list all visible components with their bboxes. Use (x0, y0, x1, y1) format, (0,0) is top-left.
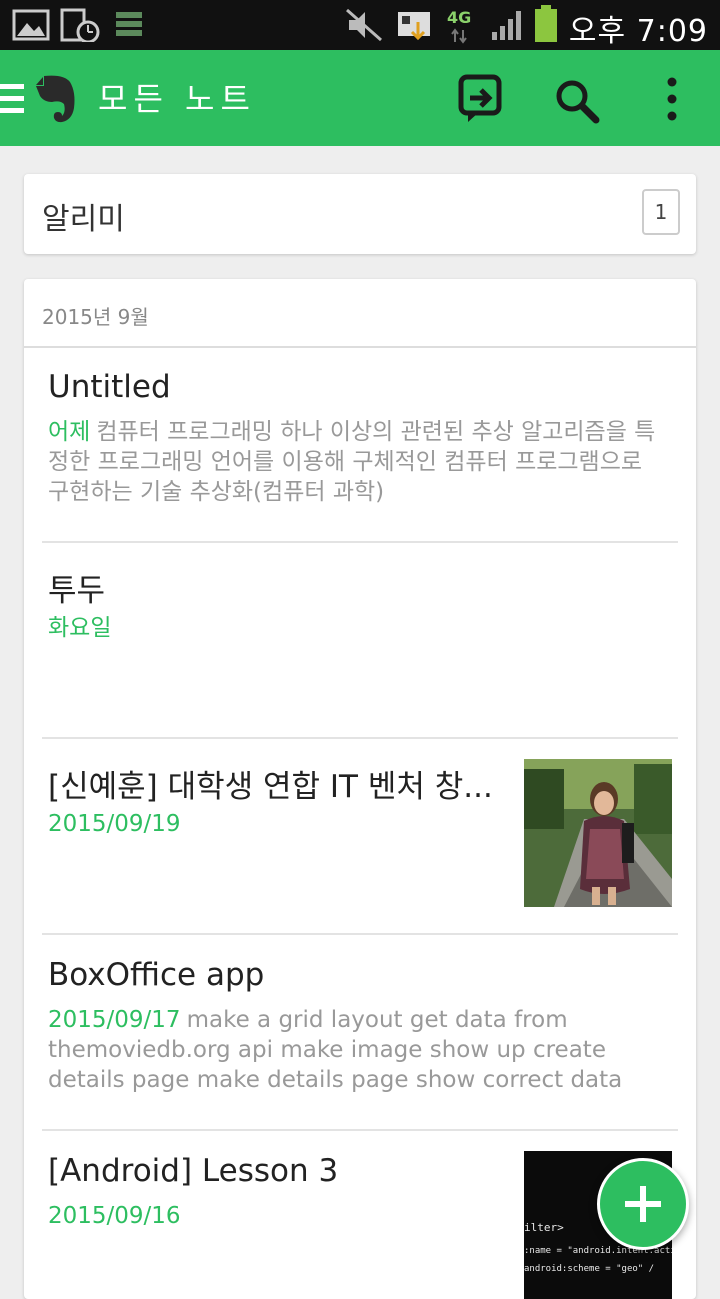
note-preview: 2015/09/17 make a grid layout get data fr… (48, 1005, 668, 1095)
notes-list-card: 2015년 9월 Untitled 어제 컴퓨터 프로그래밍 하나 이상의 관련된… (24, 279, 696, 1299)
note-title: BoxOffice app (48, 957, 265, 993)
code-line: ilter> (524, 1221, 564, 1234)
page-title: 모든 노트 (98, 80, 256, 118)
battery-icon (535, 5, 557, 42)
note-date: 2015/09/17 (48, 1007, 181, 1033)
search-icon[interactable] (554, 78, 600, 124)
note-item[interactable]: 투두 화요일 (42, 543, 678, 739)
note-title: [신예훈] 대학생 연합 IT 벤처 창... (48, 769, 493, 805)
note-preview: 화요일 (48, 613, 668, 643)
data-arrows-icon (451, 28, 467, 44)
download-icon (398, 12, 430, 41)
note-preview: 2015/09/16 (48, 1201, 488, 1231)
note-item[interactable]: [신예훈] 대학생 연합 IT 벤처 창... 2015/09/19 (42, 739, 678, 935)
note-title: 투두 (48, 573, 106, 609)
mute-icon (346, 8, 382, 42)
signal-icon (492, 11, 521, 40)
evernote-status-icon (116, 12, 142, 36)
code-line: android:scheme = "geo" / (524, 1264, 654, 1274)
screenshot-timer-icon (60, 8, 100, 42)
note-title: Untitled (48, 369, 171, 405)
sync-icon[interactable] (458, 74, 502, 124)
note-thumbnail-image (524, 759, 672, 907)
note-item[interactable]: Untitled 어제 컴퓨터 프로그래밍 하나 이상의 관련된 추상 알고리즘을… (42, 347, 678, 543)
overflow-icon[interactable] (664, 76, 680, 122)
reminders-count-badge: 1 (642, 189, 680, 235)
status-bar: 4G 오후 7:09 (0, 0, 720, 50)
network-type-label: 4G (447, 8, 472, 27)
plus-icon (625, 1186, 661, 1222)
reminders-label: 알리미 (42, 202, 125, 237)
evernote-logo[interactable] (34, 74, 78, 124)
note-date: 2015/09/16 (48, 1203, 181, 1229)
new-note-button[interactable] (597, 1158, 689, 1250)
note-title: [Android] Lesson 3 (48, 1153, 339, 1189)
note-date: 어제 (48, 419, 91, 445)
note-date: 화요일 (48, 615, 112, 641)
reminders-card[interactable]: 알리미 1 (24, 174, 696, 254)
note-item[interactable]: BoxOffice app 2015/09/17 make a grid layo… (42, 935, 678, 1131)
note-snippet: 컴퓨터 프로그래밍 하나 이상의 관련된 추상 알고리즘을 특정한 프로그래밍 … (48, 419, 656, 505)
note-date: 2015/09/19 (48, 811, 181, 837)
note-preview: 어제 컴퓨터 프로그래밍 하나 이상의 관련된 추상 알고리즘을 특정한 프로그래… (48, 417, 668, 507)
clock: 오후 7:09 (568, 14, 708, 49)
note-item[interactable]: [Android] Lesson 3 2015/09/16 ilter> :na… (42, 1131, 678, 1299)
gallery-icon (12, 9, 50, 41)
month-header: 2015년 9월 (42, 305, 149, 329)
note-preview: 2015/09/19 (48, 809, 488, 839)
app-bar: 모든 노트 (0, 50, 720, 146)
menu-icon[interactable] (0, 82, 24, 116)
